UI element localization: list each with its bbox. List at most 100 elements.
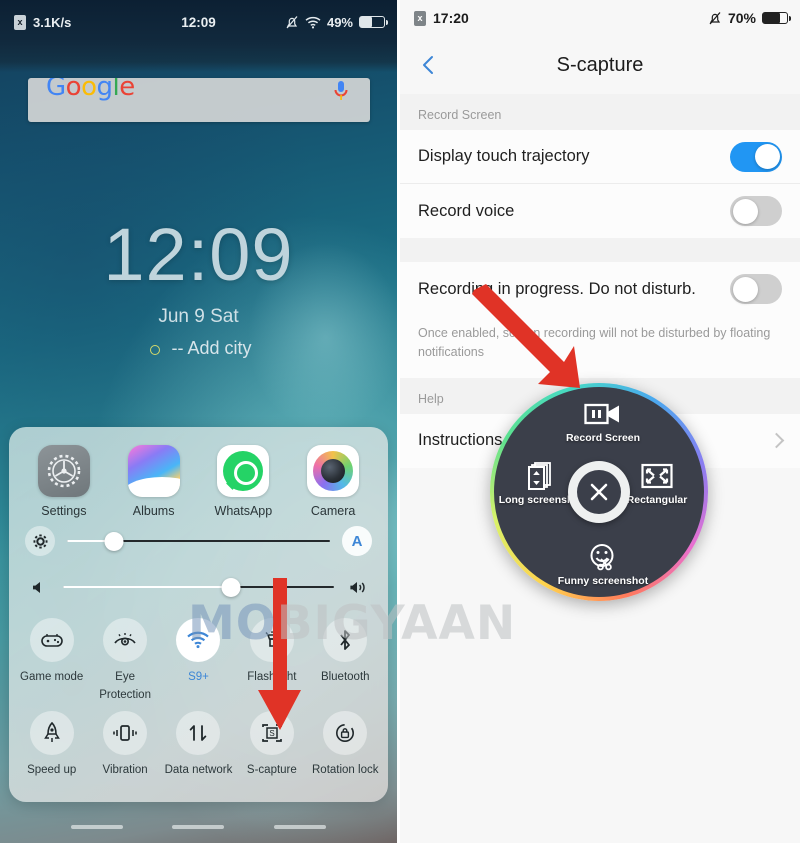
toggle-label: Vibration	[102, 764, 148, 776]
toggle-label: Speed up	[27, 764, 77, 776]
s-capture-icon: S	[249, 711, 294, 755]
section-header-record-screen: Record Screen	[400, 94, 800, 130]
row-recording-do-not-disturb[interactable]: Recording in progress. Do not disturb.	[400, 262, 800, 316]
s-capture-radial-menu[interactable]: Record Screen Long screenshot Rectangula…	[490, 383, 708, 601]
watermark-accent: MO	[188, 596, 277, 651]
nav-hint-recents[interactable]	[274, 825, 327, 829]
lock-clock-time: 12:09	[103, 213, 294, 296]
status-right-group: 70%	[708, 10, 791, 26]
control-center-app-row: Settings Albums WhatsApp Camera	[9, 427, 388, 518]
vibration-icon	[103, 711, 148, 755]
toggle-label: S-capture	[246, 764, 297, 776]
toggle-record-voice[interactable]	[730, 196, 782, 226]
radial-item-record-screen[interactable]: Record Screen	[551, 399, 655, 444]
lock-weather-label: -- Add city	[171, 338, 252, 358]
row-label: Recording in progress. Do not disturb.	[418, 279, 696, 298]
cc-app-albums[interactable]: Albums	[115, 445, 193, 518]
screenshot-stage: Google x 3.1K/s 12:09 49% 12:09 Jun 9 Sa…	[0, 0, 800, 843]
nav-hint-back[interactable]	[70, 825, 123, 829]
toggle-s-capture[interactable]: S S-capture	[237, 711, 307, 778]
cc-app-settings[interactable]: Settings	[25, 445, 103, 518]
battery-percent-label: 49%	[326, 14, 353, 30]
row-record-voice[interactable]: Record voice	[400, 184, 800, 238]
wifi-icon	[305, 16, 321, 28]
settings-gear-icon	[37, 445, 90, 497]
volume-high-icon	[346, 580, 372, 595]
row-label: Instructions	[418, 431, 503, 449]
google-logo: Google	[46, 78, 135, 102]
toggle-speed-up[interactable]: Speed up	[17, 711, 87, 778]
microphone-icon[interactable]	[334, 80, 348, 104]
cc-app-camera[interactable]: Camera	[294, 445, 372, 518]
volume-track[interactable]	[63, 577, 334, 597]
brightness-track[interactable]	[67, 531, 330, 551]
cc-app-label: Settings	[41, 504, 87, 518]
left-phone-screen: Google x 3.1K/s 12:09 49% 12:09 Jun 9 Sa…	[0, 0, 397, 843]
toggle-recording-do-not-disturb[interactable]	[730, 274, 782, 304]
toggle-label: S9+	[188, 671, 209, 683]
whatsapp-icon	[217, 445, 270, 497]
page-header: S-capture	[400, 36, 800, 94]
toggle-rotation-lock[interactable]: Rotation lock	[310, 711, 380, 778]
toggle-data-network[interactable]: Data network	[163, 711, 233, 778]
no-sim-icon: x	[414, 10, 426, 26]
albums-icon	[127, 445, 180, 497]
toggle-display-touch-trajectory[interactable]	[730, 141, 782, 172]
cc-app-label: Albums	[132, 504, 175, 518]
rotation-lock-icon	[323, 711, 368, 755]
battery-icon	[762, 12, 791, 24]
nav-hint-home[interactable]	[172, 825, 225, 829]
status-right-group: 49%	[285, 14, 388, 30]
lock-screen-clock-block: 12:09 Jun 9 Sat -- Add city	[0, 218, 397, 359]
svg-text:S: S	[269, 729, 274, 738]
toggle-label: Game mode	[20, 671, 84, 683]
battery-percent-label: 70%	[727, 10, 756, 26]
status-time-label: 17:20	[433, 10, 469, 26]
left-status-bar: x 3.1K/s 12:09 49%	[0, 0, 397, 44]
navigation-gesture-hints[interactable]	[0, 825, 397, 829]
toggle-game-mode[interactable]: Game mode	[17, 618, 87, 703]
right-status-bar: x 17:20 70%	[400, 0, 800, 36]
brightness-auto-button[interactable]: A	[342, 526, 372, 556]
toggle-label: Flashlight	[247, 671, 297, 683]
data-network-icon	[176, 711, 221, 755]
row-label: Record voice	[418, 201, 515, 220]
back-chevron-icon[interactable]	[418, 54, 440, 76]
close-x-icon	[577, 470, 621, 514]
rocket-icon	[29, 711, 74, 755]
battery-icon	[359, 16, 388, 28]
watermark-mobigyaan: MOBIGYAAN	[188, 595, 688, 653]
page-title: S-capture	[556, 53, 644, 76]
bell-mute-icon	[286, 15, 298, 28]
cc-app-whatsapp[interactable]: WhatsApp	[204, 445, 282, 518]
funny-screenshot-icon	[551, 542, 655, 572]
brightness-slider-row[interactable]: A	[9, 518, 388, 564]
eye-protection-icon	[103, 618, 148, 662]
toggle-vibration[interactable]: Vibration	[90, 711, 160, 778]
settings-group-record-screen: Display touch trajectory Record voice	[400, 130, 800, 238]
row-label: Display touch trajectory	[418, 147, 590, 165]
google-search-widget[interactable]: Google	[28, 78, 370, 122]
video-record-icon	[551, 399, 655, 429]
watermark-rest: BIGYAAN	[276, 596, 517, 651]
brightness-gear-icon	[25, 526, 55, 556]
radial-item-label: Funny screenshot	[557, 574, 649, 587]
radial-close-button[interactable]	[568, 461, 630, 523]
lock-clock-date: Jun 9 Sat	[158, 306, 239, 327]
radial-item-funny-screenshot[interactable]: Funny screenshot	[551, 542, 655, 587]
cc-app-label: Camera	[310, 504, 356, 518]
toggle-eye-protection[interactable]: Eye Protection	[90, 618, 160, 703]
quick-toggle-row-2: Speed up Vibration Data network S S-capt…	[9, 703, 388, 778]
toggle-label: Eye Protection	[99, 671, 151, 701]
lock-weather-row[interactable]: -- Add city	[0, 338, 397, 359]
section-gap	[400, 238, 800, 262]
toggle-label: Data network	[164, 764, 233, 776]
sun-icon	[145, 340, 162, 357]
bell-mute-icon	[709, 11, 721, 24]
toggle-label: Rotation lock	[312, 764, 379, 776]
toggle-label: Bluetooth	[320, 671, 370, 683]
row-display-touch-trajectory[interactable]: Display touch trajectory	[400, 130, 800, 184]
chevron-right-icon	[768, 432, 785, 449]
cc-app-label: WhatsApp	[214, 504, 273, 518]
radial-menu-body: Record Screen Long screenshot Rectangula…	[494, 387, 704, 597]
